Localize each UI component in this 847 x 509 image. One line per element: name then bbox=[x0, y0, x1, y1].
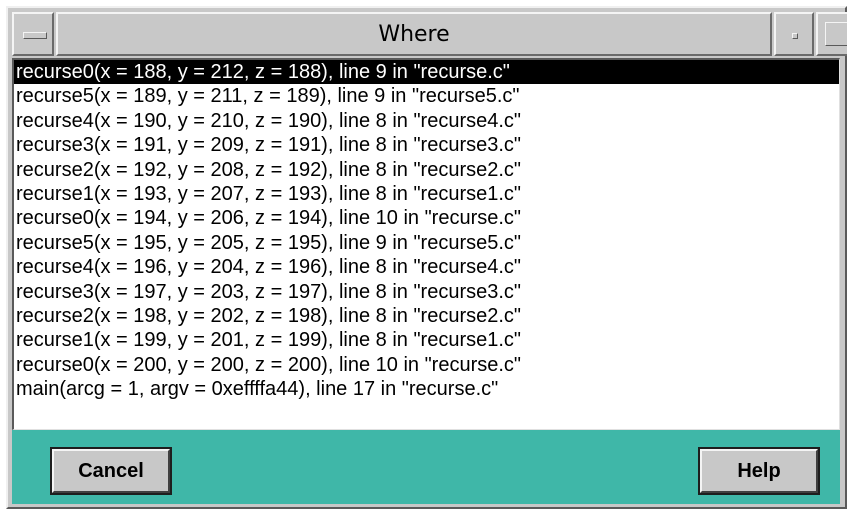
window-menu-icon bbox=[23, 32, 47, 39]
stack-frame-item[interactable]: recurse4(x = 190, y = 210, z = 190), lin… bbox=[14, 109, 839, 133]
help-button[interactable]: Help bbox=[698, 447, 820, 495]
minimize-button[interactable] bbox=[774, 12, 814, 56]
window-title: Where bbox=[378, 22, 450, 47]
stack-frame-list[interactable]: recurse0(x = 188, y = 212, z = 188), lin… bbox=[12, 58, 840, 430]
stack-frame-item[interactable]: recurse3(x = 191, y = 209, z = 191), lin… bbox=[14, 133, 839, 157]
stack-frame-item[interactable]: recurse2(x = 198, y = 202, z = 198), lin… bbox=[14, 304, 839, 328]
maximize-icon bbox=[825, 22, 847, 46]
stack-frame-item[interactable]: recurse0(x = 200, y = 200, z = 200), lin… bbox=[14, 353, 839, 377]
minimize-icon bbox=[792, 33, 798, 39]
maximize-button[interactable] bbox=[816, 12, 847, 56]
button-bar: Cancel Help bbox=[12, 430, 840, 504]
stack-frame-item[interactable]: recurse2(x = 192, y = 208, z = 192), lin… bbox=[14, 158, 839, 182]
stack-frame-item[interactable]: recurse5(x = 189, y = 211, z = 189), lin… bbox=[14, 84, 839, 108]
cancel-button[interactable]: Cancel bbox=[50, 447, 172, 495]
stack-frame-item[interactable]: recurse0(x = 188, y = 212, z = 188), lin… bbox=[14, 60, 839, 85]
stack-frame-item[interactable]: recurse5(x = 195, y = 205, z = 195), lin… bbox=[14, 231, 839, 255]
stack-frame-item[interactable]: recurse3(x = 197, y = 203, z = 197), lin… bbox=[14, 280, 839, 304]
title-area[interactable]: Where bbox=[56, 12, 772, 56]
stack-frame-list-items: recurse0(x = 188, y = 212, z = 188), lin… bbox=[14, 60, 839, 401]
stack-frame-item[interactable]: main(arcg = 1, argv = 0xeffffa44), line … bbox=[14, 377, 839, 401]
title-bar[interactable]: Where bbox=[12, 12, 847, 58]
stack-frame-item[interactable]: recurse1(x = 199, y = 201, z = 199), lin… bbox=[14, 328, 839, 352]
window-menu-button[interactable] bbox=[12, 12, 54, 56]
where-dialog: Where recurse0(x = 188, y = 212, z = 188… bbox=[6, 6, 847, 509]
stack-frame-item[interactable]: recurse1(x = 193, y = 207, z = 193), lin… bbox=[14, 182, 839, 206]
stack-frame-item[interactable]: recurse4(x = 196, y = 204, z = 196), lin… bbox=[14, 255, 839, 279]
stack-frame-item[interactable]: recurse0(x = 194, y = 206, z = 194), lin… bbox=[14, 206, 839, 230]
